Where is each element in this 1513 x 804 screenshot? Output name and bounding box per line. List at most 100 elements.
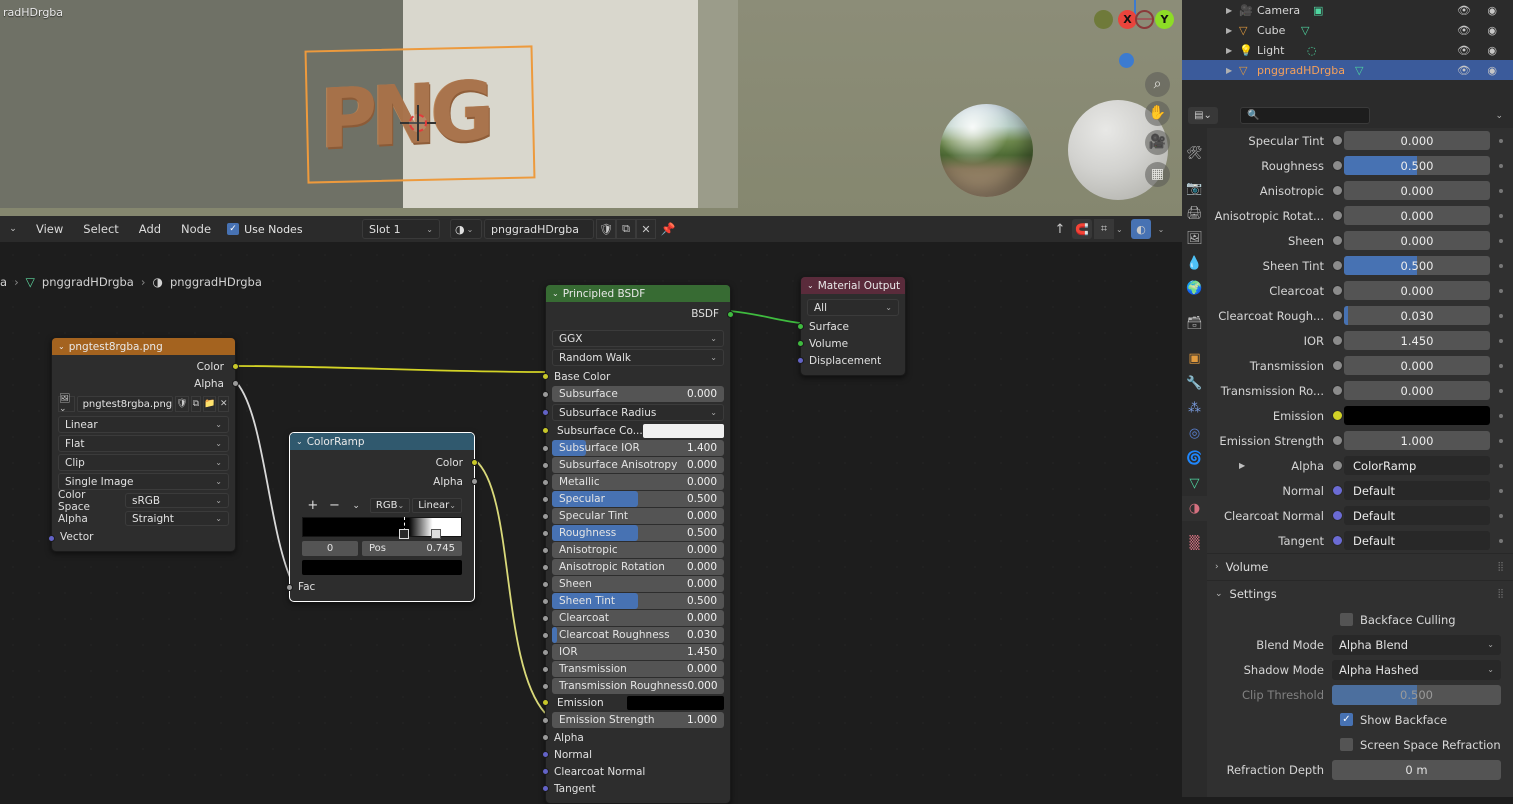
bsdf-socket-row[interactable]: Clearcoat 0.000 [542, 610, 730, 626]
property-value[interactable]: 1.000 [1344, 431, 1490, 450]
property-row[interactable]: Specular Tint 0.000 [1207, 128, 1513, 153]
property-value[interactable]: Default [1344, 506, 1490, 525]
animate-property-dot[interactable] [1499, 513, 1503, 518]
property-socket-dot[interactable] [1332, 235, 1343, 246]
property-value[interactable]: 0.000 [1344, 231, 1490, 250]
bsdf-value-row[interactable]: Sheen 0.000 [552, 576, 724, 592]
bsdf-socket-row[interactable]: Clearcoat Roughness 0.030 [542, 627, 730, 643]
node-header[interactable]: ⌄ pngtest8rgba.png [52, 338, 235, 355]
properties-tab-modifier[interactable]: 🔧 [1182, 371, 1207, 396]
zoom-icon[interactable]: ⌕ [1145, 72, 1170, 97]
property-socket-dot[interactable] [1332, 510, 1343, 521]
node-header[interactable]: ⌄ ColorRamp [290, 433, 474, 450]
socket-dot[interactable] [542, 649, 549, 656]
bsdf-color-row[interactable]: Emission [552, 695, 724, 711]
copy-icon[interactable]: ⧉ [190, 396, 202, 412]
snap-target-icon[interactable]: ⌗ [1094, 219, 1114, 239]
socket-dot[interactable] [542, 409, 549, 416]
properties-tab-physics[interactable]: ◎ [1182, 421, 1207, 446]
socket-dot[interactable] [542, 581, 549, 588]
material-slot-dropdown[interactable]: Slot 1 ⌄ [362, 219, 440, 239]
bsdf-value-row[interactable]: Sheen Tint 0.500 [552, 593, 724, 609]
colorspace-dropdown[interactable]: sRGB ⌄ [125, 493, 229, 508]
search-input[interactable]: 🔍 [1240, 107, 1370, 124]
socket-dot[interactable] [542, 530, 549, 537]
property-value[interactable]: Default [1344, 531, 1490, 550]
socket-vector-dot[interactable] [48, 535, 55, 542]
shield-icon[interactable]: 🛡 [596, 219, 616, 239]
bsdf-link-row[interactable]: Clearcoat Normal [546, 763, 730, 780]
ramp-stop-handle-1[interactable] [430, 529, 441, 539]
socket-alpha-dot[interactable] [232, 380, 239, 387]
outliner[interactable]: ▶ 🎥 Camera ▣ 👁 ◉ ▶ ▽ Cube ▽ 👁 ◉ ▶ 💡 Light ◌ 👁 ◉ ▶ ▽ pnggradH… [1182, 0, 1513, 103]
pin-icon[interactable]: 📌 [656, 222, 680, 236]
light-data-icon[interactable]: ◌ [1307, 44, 1317, 57]
ramp-stop-color-swatch[interactable] [302, 560, 462, 575]
expand-arrow-icon[interactable]: ▶ [1226, 26, 1232, 35]
property-row[interactable]: Transmission Ro... 0.000 [1207, 378, 1513, 403]
bsdf-value-row[interactable]: Clearcoat Roughness 0.030 [552, 627, 724, 643]
bsdf-socket-row[interactable]: Subsurface Anisotropy 0.000 [542, 457, 730, 473]
node-header[interactable]: ⌄ Material Output [801, 277, 905, 294]
bsdf-value-row[interactable]: Transmission 0.000 [552, 661, 724, 677]
bsdf-value-row[interactable]: Emission Strength 1.000 [552, 712, 724, 728]
ramp-pos-field[interactable]: Pos 0.745 [362, 541, 462, 556]
gizmo-axis-y[interactable]: Y [1155, 10, 1174, 29]
animate-property-dot[interactable] [1499, 438, 1503, 443]
image-icon[interactable]: 🖼⌄ [58, 394, 75, 414]
parent-node-tree-icon[interactable]: ↑ [1050, 219, 1070, 239]
property-socket-dot[interactable] [1332, 460, 1343, 471]
property-socket-dot[interactable] [1332, 160, 1343, 171]
projection-dropdown[interactable]: Flat ⌄ [58, 435, 229, 452]
bsdf-value-row[interactable]: Anisotropic Rotation 0.000 [552, 559, 724, 575]
property-row[interactable]: Clearcoat 0.000 [1207, 278, 1513, 303]
property-value[interactable]: 0.500 [1344, 256, 1490, 275]
property-row[interactable]: Tangent Default [1207, 528, 1513, 553]
socket-dot[interactable] [542, 699, 549, 706]
bsdf-socket-row[interactable]: Specular 0.500 [542, 491, 730, 507]
bsdf-link-row[interactable]: Base Color [546, 368, 730, 385]
ortho-persp-icon[interactable]: ▦ [1145, 162, 1170, 187]
socket-in-fac[interactable]: Fac [290, 578, 474, 595]
properties-tab-texture[interactable]: ▒ [1182, 531, 1207, 556]
node-color-ramp[interactable]: ⌄ ColorRamp Color Alpha + − ⌄ RGB ⌄ Line… [286, 432, 478, 602]
animate-property-dot[interactable] [1499, 363, 1503, 368]
animate-property-dot[interactable] [1499, 463, 1503, 468]
properties-tab-particles[interactable]: ⁂ [1182, 396, 1207, 421]
visibility-eye-icon[interactable]: 👁 [1457, 44, 1471, 57]
property-socket-dot[interactable] [1332, 435, 1343, 446]
collapse-icon[interactable]: ⌄ [807, 281, 814, 290]
socket-dot[interactable] [542, 513, 549, 520]
remove-stop-button[interactable]: − [324, 498, 346, 513]
property-socket-dot[interactable] [1332, 285, 1343, 296]
socket-in-surface[interactable]: Surface [797, 318, 905, 335]
socket-out-color[interactable]: Color [52, 358, 235, 375]
bsdf-color-row[interactable]: Subsurface Co... [552, 423, 724, 439]
property-value[interactable]: 0.000 [1344, 181, 1490, 200]
socket-out-alpha[interactable]: Alpha [290, 472, 474, 491]
bsdf-socket-row[interactable]: Normal [542, 746, 730, 763]
socket-displacement-dot[interactable] [797, 357, 804, 364]
bsdf-socket-row[interactable]: Subsurface Co... [542, 423, 730, 439]
shadow-mode-dropdown[interactable]: Alpha Hashed ⌄ [1332, 659, 1501, 680]
socket-bsdf-dot[interactable] [727, 311, 734, 318]
ramp-index-field[interactable]: 0 [302, 541, 358, 556]
expand-arrow-icon[interactable]: ▶ [1239, 461, 1245, 470]
property-value[interactable]: 0.000 [1344, 131, 1490, 150]
bsdf-link-row[interactable]: Alpha [546, 729, 730, 746]
bsdf-socket-row[interactable]: Tangent [542, 780, 730, 797]
colorspace-row[interactable]: Color Space sRGB ⌄ [58, 489, 229, 513]
visibility-eye-icon[interactable]: 👁 [1457, 64, 1471, 77]
bsdf-value-row[interactable]: Specular Tint 0.000 [552, 508, 724, 524]
socket-dot[interactable] [542, 632, 549, 639]
expand-arrow-icon[interactable]: ▶ [1226, 6, 1232, 15]
distribution-dropdown[interactable]: GGX ⌄ [552, 330, 724, 347]
camera-data-icon[interactable]: ▣ [1313, 4, 1323, 17]
bsdf-value-row[interactable]: Anisotropic 0.000 [552, 542, 724, 558]
bsdf-socket-row[interactable]: Clearcoat Normal [542, 763, 730, 780]
property-socket-dot[interactable] [1332, 310, 1343, 321]
menu-view[interactable]: View [26, 218, 73, 240]
image-name-field[interactable]: pngtest8rgba.png [76, 396, 174, 412]
property-row[interactable]: Sheen Tint 0.500 [1207, 253, 1513, 278]
bsdf-socket-row[interactable]: Emission [542, 695, 730, 711]
